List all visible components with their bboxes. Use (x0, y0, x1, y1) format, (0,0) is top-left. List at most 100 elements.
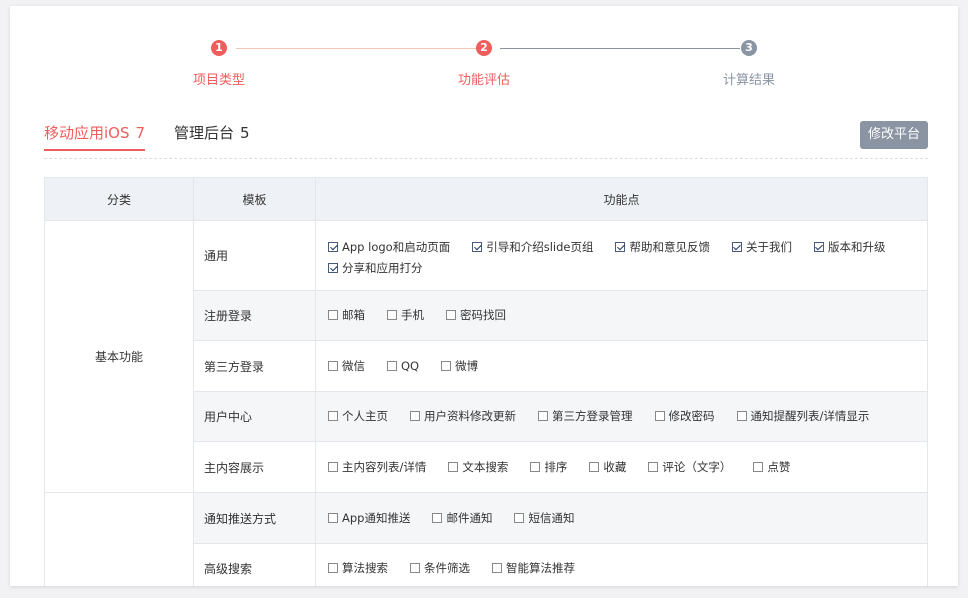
feature-option[interactable]: 收藏 (589, 457, 626, 478)
feature-option-label: 短信通知 (528, 510, 575, 525)
feature-option[interactable]: 关于我们 (731, 237, 792, 258)
feature-option[interactable]: 排序 (530, 457, 567, 478)
page-card: 1 项目类型 2 功能评估 3 计算结果 移动应用iOS 7 管理后台 5 修改平台… (10, 6, 958, 586)
tab-admin[interactable]: 管理后台 5 (174, 122, 250, 149)
checkbox-checked-icon[interactable] (615, 241, 626, 252)
step-3[interactable]: 3 计算结果 (679, 40, 819, 88)
feature-option-label: 帮助和意见反馈 (629, 239, 710, 254)
feature-option[interactable]: 分享和应用打分 (328, 258, 423, 279)
checkbox-checked-icon[interactable] (731, 241, 742, 252)
checkbox-icon[interactable] (492, 563, 502, 573)
checkbox-checked-icon[interactable] (328, 262, 338, 273)
feature-option[interactable]: 修改密码 (654, 406, 715, 427)
checkbox-icon[interactable] (410, 563, 420, 573)
feature-option-label: App通知推送 (342, 510, 411, 525)
checkbox-icon[interactable] (448, 461, 459, 472)
checkbox-icon[interactable] (387, 360, 397, 371)
checkbox-icon[interactable] (648, 461, 659, 472)
table-header-row: 分类 模板 功能点 (44, 177, 928, 221)
feature-option[interactable]: 算法搜索 (328, 558, 388, 579)
module-cell: 注册登录 (193, 290, 316, 341)
feature-option-label: 评论（文字） (662, 459, 732, 474)
tab-admin-label: 管理后台 (174, 124, 235, 142)
checkbox-icon[interactable] (753, 461, 764, 472)
feature-option[interactable]: 评论（文字） (648, 457, 731, 478)
step-1-label: 项目类型 (192, 73, 245, 88)
feature-option-label: 算法搜索 (342, 561, 388, 575)
feature-option[interactable]: 帮助和意见反馈 (615, 237, 710, 258)
feature-option[interactable]: 手机 (387, 305, 424, 326)
feature-option[interactable]: 文本搜索 (448, 457, 508, 478)
feature-option[interactable]: 邮箱 (328, 305, 365, 326)
feature-option-label: 个人主页 (342, 409, 388, 423)
checkbox-checked-icon[interactable] (328, 241, 338, 252)
feature-option[interactable]: 版本和升级 (813, 237, 885, 258)
feature-option-label: 分享和应用打分 (342, 260, 423, 275)
feature-option[interactable]: App logo和启动页面 (328, 237, 450, 258)
step-2-label: 功能评估 (457, 73, 510, 88)
feature-option-label: 收藏 (603, 459, 627, 474)
checkbox-checked-icon[interactable] (813, 241, 824, 252)
checkbox-checked-icon[interactable] (472, 241, 483, 252)
feature-option[interactable]: 邮件通知 (432, 508, 492, 529)
tab-ios-count: 7 (135, 124, 146, 142)
feature-option[interactable]: App通知推送 (328, 508, 410, 529)
checkbox-icon[interactable] (328, 411, 338, 421)
checkbox-icon[interactable] (432, 512, 443, 523)
feature-options-cell: 微信 QQ 微博 (315, 340, 928, 392)
checkbox-icon[interactable] (446, 310, 456, 320)
feature-option-label: App logo和启动页面 (342, 239, 451, 254)
feature-option[interactable]: 个人主页 (328, 406, 388, 427)
feature-option[interactable]: 条件筛选 (410, 558, 470, 579)
checkbox-icon[interactable] (328, 310, 338, 320)
checkbox-icon[interactable] (328, 461, 338, 472)
checkbox-icon[interactable] (328, 360, 338, 371)
feature-option-label: 第三方登录管理 (552, 409, 633, 423)
step-1[interactable]: 1 项目类型 (149, 40, 289, 88)
checkbox-icon[interactable] (589, 461, 600, 472)
tab-admin-count: 5 (240, 124, 250, 142)
feature-option-label: 通知提醒列表/详情显示 (750, 409, 870, 423)
module-cell: 通用 (193, 220, 316, 291)
feature-options-cell: 算法搜索 条件筛选 智能算法推荐 (315, 543, 928, 586)
module-cell: 通知推送方式 (193, 492, 316, 544)
checkbox-icon[interactable] (538, 411, 548, 421)
feature-option[interactable]: 智能算法推荐 (492, 558, 575, 579)
feature-option[interactable]: 微博 (441, 356, 478, 377)
checkbox-icon[interactable] (736, 411, 747, 421)
feature-option-label: 点赞 (767, 459, 791, 474)
edit-platform-button[interactable]: 修改平台 (860, 121, 928, 149)
checkbox-icon[interactable] (328, 563, 338, 573)
feature-option-label: 手机 (401, 308, 424, 322)
platform-tabs: 移动应用iOS 7 管理后台 5 修改平台 (44, 118, 928, 159)
checkbox-icon[interactable] (514, 512, 525, 523)
feature-option[interactable]: 通知提醒列表/详情显示 (736, 406, 870, 427)
feature-option[interactable]: 主内容列表/详情 (328, 457, 426, 478)
feature-option-label: 微信 (342, 358, 365, 373)
feature-option[interactable]: 密码找回 (446, 305, 506, 326)
checkbox-icon[interactable] (410, 411, 420, 421)
feature-option[interactable]: QQ (387, 356, 419, 377)
tab-ios[interactable]: 移动应用iOS 7 (44, 122, 146, 151)
category-cell (44, 492, 194, 586)
feature-option[interactable]: 引导和介绍slide页组 (472, 237, 593, 258)
checkbox-icon[interactable] (441, 360, 452, 371)
category-cell: 基本功能 (44, 220, 194, 493)
feature-options-cell: App通知推送 邮件通知 短信通知 (315, 492, 928, 544)
feature-option[interactable]: 用户资料修改更新 (410, 406, 516, 427)
checkbox-icon[interactable] (654, 411, 665, 421)
feature-option[interactable]: 微信 (328, 356, 365, 377)
feature-option[interactable]: 短信通知 (514, 508, 574, 529)
step-3-label: 计算结果 (722, 73, 775, 88)
header-category: 分类 (44, 177, 194, 221)
feature-option[interactable]: 点赞 (753, 457, 790, 478)
step-2[interactable]: 2 功能评估 (414, 40, 554, 88)
feature-option-label: 智能算法推荐 (506, 561, 575, 575)
step-3-number: 3 (741, 40, 757, 56)
feature-options-cell: App logo和启动页面 引导和介绍slide页组 帮助和意见反馈 关于我们 版本和升… (315, 220, 928, 291)
checkbox-icon[interactable] (387, 310, 397, 320)
feature-option[interactable]: 第三方登录管理 (538, 406, 633, 427)
feature-options-cell: 主内容列表/详情 文本搜索 排序 收藏 评论（文字） 点赞 (315, 441, 928, 493)
checkbox-icon[interactable] (530, 461, 541, 472)
checkbox-icon[interactable] (328, 512, 338, 523)
